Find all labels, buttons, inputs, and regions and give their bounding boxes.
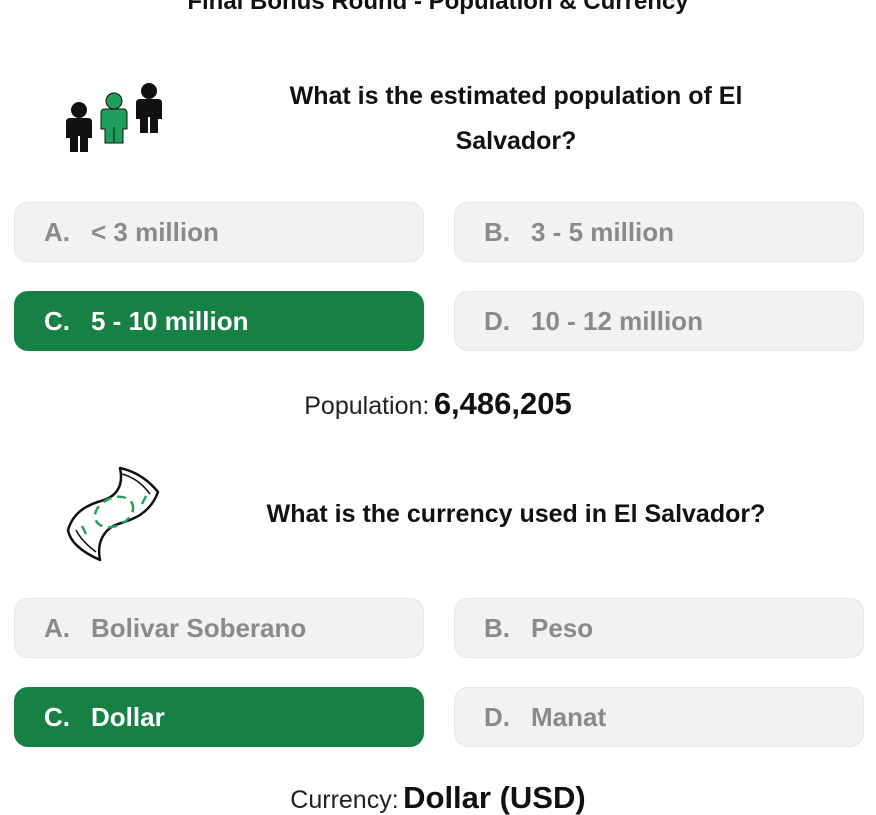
option-text: Peso [531,612,594,643]
people-icon [60,80,170,156]
q2-option-d[interactable]: D. Manat [454,687,864,747]
population-answer: Population: 6,486,205 [0,386,876,422]
q1-option-b[interactable]: B. 3 - 5 million [454,202,864,262]
q1-option-d[interactable]: D. 10 - 12 million [454,291,864,351]
option-letter: B. [484,216,510,247]
answer-label: Currency: [290,786,399,814]
option-letter: B. [484,612,510,643]
q2-option-c[interactable]: C. Dollar [14,687,424,747]
q1-option-c[interactable]: C. 5 - 10 million [14,291,424,351]
option-text: Dollar [91,701,165,732]
option-letter: A. [44,612,70,643]
option-text: 10 - 12 million [531,305,703,336]
option-text: Manat [531,701,607,732]
option-letter: C. [44,701,70,732]
option-text: Bolivar Soberano [91,612,307,643]
option-text: 3 - 5 million [531,216,675,247]
option-letter: C. [44,305,70,336]
round-title: Final Bonus Round - Population & Currenc… [187,0,689,15]
option-text: < 3 million [91,216,219,247]
option-letter: D. [484,701,510,732]
q2-option-b[interactable]: B. Peso [454,598,864,658]
answer-value: 6,486,205 [433,386,572,421]
currency-answer: Currency: Dollar (USD) [0,780,876,815]
quiz-page: Final Bonus Round - Population & Currenc… [0,0,876,815]
option-letter: A. [44,216,70,247]
option-text: 5 - 10 million [91,305,249,336]
q1-option-a[interactable]: A. < 3 million [14,202,424,262]
question-1-text: What is the estimated population of El S… [289,82,743,155]
money-icon [60,462,170,564]
answer-value: Dollar (USD) [403,780,586,815]
q2-option-a[interactable]: A. Bolivar Soberano [14,598,424,658]
question-2-text: What is the currency used in El Salvador… [266,500,766,528]
option-letter: D. [484,305,510,336]
answer-label: Population: [304,392,430,420]
